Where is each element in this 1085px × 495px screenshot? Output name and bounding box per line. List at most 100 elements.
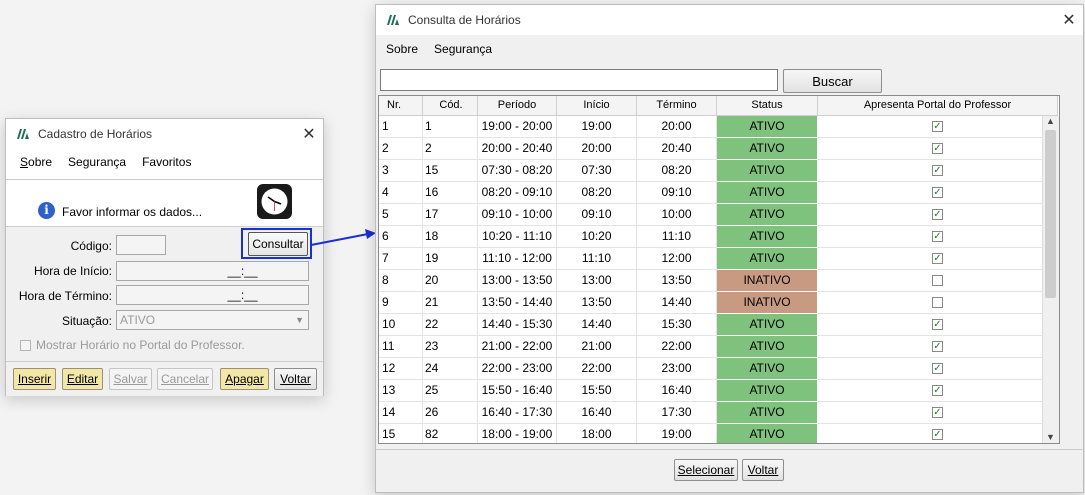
- cell-status: INATIVO: [717, 270, 818, 292]
- cancelar-button[interactable]: Cancelar: [157, 368, 213, 390]
- scroll-up-icon[interactable]: ▲: [1046, 116, 1055, 126]
- cell-cod: 25: [423, 380, 478, 402]
- voltar-button[interactable]: Voltar: [274, 368, 317, 390]
- apagar-button[interactable]: Apagar: [220, 368, 269, 390]
- cell-periodo: 18:00 - 19:00: [478, 424, 557, 443]
- editar-button[interactable]: Editar: [62, 368, 103, 390]
- cell-inicio: 09:10: [557, 204, 637, 226]
- codigo-input[interactable]: [116, 235, 166, 255]
- cell-nr: 3: [379, 160, 423, 182]
- cell-termino: 23:00: [637, 358, 717, 380]
- col-periodo[interactable]: Período: [478, 96, 557, 116]
- col-status[interactable]: Status: [717, 96, 818, 116]
- checked-checkbox-icon[interactable]: ✓: [932, 209, 943, 220]
- cell-portal: [818, 292, 1058, 314]
- cell-nr: 7: [379, 248, 423, 270]
- checked-checkbox-icon[interactable]: ✓: [932, 143, 943, 154]
- voltar-button[interactable]: Voltar: [742, 459, 784, 481]
- checked-checkbox-icon[interactable]: ✓: [932, 231, 943, 242]
- table-row[interactable]: 11 23 21:00 - 22:00 21:00 22:00 ATIVO ✓: [379, 336, 1058, 358]
- col-nr[interactable]: Nr.: [379, 96, 423, 116]
- app-logo-icon: [16, 128, 30, 140]
- checked-checkbox-icon[interactable]: ✓: [932, 253, 943, 264]
- buscar-button[interactable]: Buscar: [783, 69, 882, 93]
- cadastro-title: Cadastro de Horários: [38, 127, 153, 141]
- menu-sobre[interactable]: Sobre: [20, 155, 52, 169]
- menu-seguranca[interactable]: Segurança: [68, 155, 126, 169]
- cell-periodo: 11:10 - 12:00: [478, 248, 557, 270]
- cell-termino: 16:40: [637, 380, 717, 402]
- consulta-titlebar: Consulta de Horários ✕: [376, 5, 1083, 35]
- table-row[interactable]: 5 17 09:10 - 10:00 09:10 10:00 ATIVO ✓: [379, 204, 1058, 226]
- cadastro-close-icon[interactable]: ✕: [295, 124, 323, 144]
- portal-checkbox-row[interactable]: Mostrar Horário no Portal do Professor.: [20, 338, 245, 352]
- table-row[interactable]: 6 18 10:20 - 11:10 10:20 11:10 ATIVO ✓: [379, 226, 1058, 248]
- label-hora-termino: Hora de Término:: [18, 289, 112, 303]
- inserir-button[interactable]: Inserir: [13, 368, 56, 390]
- table-row[interactable]: 1 1 19:00 - 20:00 19:00 20:00 ATIVO ✓: [379, 116, 1058, 138]
- cell-inicio: 20:00: [557, 138, 637, 160]
- checked-checkbox-icon[interactable]: ✓: [932, 363, 943, 374]
- cell-periodo: 19:00 - 20:00: [478, 116, 557, 138]
- checked-checkbox-icon[interactable]: ✓: [932, 341, 943, 352]
- col-inicio[interactable]: Início: [557, 96, 637, 116]
- col-cod[interactable]: Cód.: [423, 96, 478, 116]
- selecionar-button[interactable]: Selecionar: [674, 459, 738, 481]
- menu-sobre[interactable]: Sobre: [386, 42, 418, 56]
- search-input[interactable]: [380, 69, 778, 91]
- consulta-window: Consulta de Horários ✕ Sobre Segurança B…: [375, 4, 1084, 493]
- info-banner: i Favor informar os dados...: [6, 180, 323, 227]
- checked-checkbox-icon[interactable]: ✓: [932, 407, 943, 418]
- table-row[interactable]: 3 15 07:30 - 08:20 07:30 08:20 ATIVO ✓: [379, 160, 1058, 182]
- cell-portal: ✓: [818, 380, 1058, 402]
- table-row[interactable]: 4 16 08:20 - 09:10 08:20 09:10 ATIVO ✓: [379, 182, 1058, 204]
- cell-nr: 12: [379, 358, 423, 380]
- scroll-down-icon[interactable]: ▼: [1046, 432, 1055, 442]
- hora-termino-input[interactable]: __:__: [116, 285, 309, 305]
- cell-inicio: 07:30: [557, 160, 637, 182]
- label-codigo: Código:: [70, 239, 112, 253]
- checked-checkbox-icon[interactable]: ✓: [932, 187, 943, 198]
- table-row[interactable]: 10 22 14:40 - 15:30 14:40 15:30 ATIVO ✓: [379, 314, 1058, 336]
- checked-checkbox-icon[interactable]: ✓: [932, 385, 943, 396]
- table-row[interactable]: 2 2 20:00 - 20:40 20:00 20:40 ATIVO ✓: [379, 138, 1058, 160]
- cell-termino: 22:00: [637, 336, 717, 358]
- vertical-scrollbar[interactable]: ▲ ▼: [1042, 116, 1059, 443]
- table-row[interactable]: 12 24 22:00 - 23:00 22:00 23:00 ATIVO ✓: [379, 358, 1058, 380]
- cell-termino: 10:00: [637, 204, 717, 226]
- cell-cod: 15: [423, 160, 478, 182]
- checked-checkbox-icon[interactable]: ✓: [932, 121, 943, 132]
- cell-inicio: 13:00: [557, 270, 637, 292]
- checked-checkbox-icon[interactable]: ✓: [932, 165, 943, 176]
- cell-portal: ✓: [818, 182, 1058, 204]
- cell-nr: 13: [379, 380, 423, 402]
- checked-checkbox-icon[interactable]: ✓: [932, 319, 943, 330]
- scroll-thumb[interactable]: [1045, 130, 1056, 298]
- table-row[interactable]: 8 20 13:00 - 13:50 13:00 13:50 INATIVO: [379, 270, 1058, 292]
- col-portal[interactable]: Apresenta Portal do Professor: [818, 96, 1058, 116]
- unchecked-checkbox-icon[interactable]: [932, 275, 943, 286]
- cell-cod: 2: [423, 138, 478, 160]
- table-row[interactable]: 9 21 13:50 - 14:40 13:50 14:40 INATIVO: [379, 292, 1058, 314]
- cell-inicio: 11:10: [557, 248, 637, 270]
- hora-inicio-input[interactable]: __:__: [116, 261, 309, 281]
- table-row[interactable]: 15 82 18:00 - 19:00 18:00 19:00 ATIVO ✓: [379, 424, 1058, 443]
- consulta-close-icon[interactable]: ✕: [1055, 10, 1083, 30]
- cell-status: ATIVO: [717, 204, 818, 226]
- col-termino[interactable]: Término: [637, 96, 717, 116]
- menu-favoritos[interactable]: Favoritos: [142, 155, 191, 169]
- cell-nr: 4: [379, 182, 423, 204]
- table-row[interactable]: 14 26 16:40 - 17:30 16:40 17:30 ATIVO ✓: [379, 402, 1058, 424]
- unchecked-checkbox-icon[interactable]: [932, 297, 943, 308]
- salvar-button[interactable]: Salvar: [109, 368, 152, 390]
- table-row[interactable]: 13 25 15:50 - 16:40 15:50 16:40 ATIVO ✓: [379, 380, 1058, 402]
- portal-checkbox[interactable]: [20, 339, 31, 351]
- checked-checkbox-icon[interactable]: ✓: [932, 429, 943, 440]
- cell-inicio: 22:00: [557, 358, 637, 380]
- cell-nr: 14: [379, 402, 423, 424]
- cell-portal: ✓: [818, 358, 1058, 380]
- menu-seguranca[interactable]: Segurança: [434, 42, 492, 56]
- cell-inicio: 19:00: [557, 116, 637, 138]
- situacao-select[interactable]: ATIVO ▼: [116, 310, 309, 330]
- table-row[interactable]: 7 19 11:10 - 12:00 11:10 12:00 ATIVO ✓: [379, 248, 1058, 270]
